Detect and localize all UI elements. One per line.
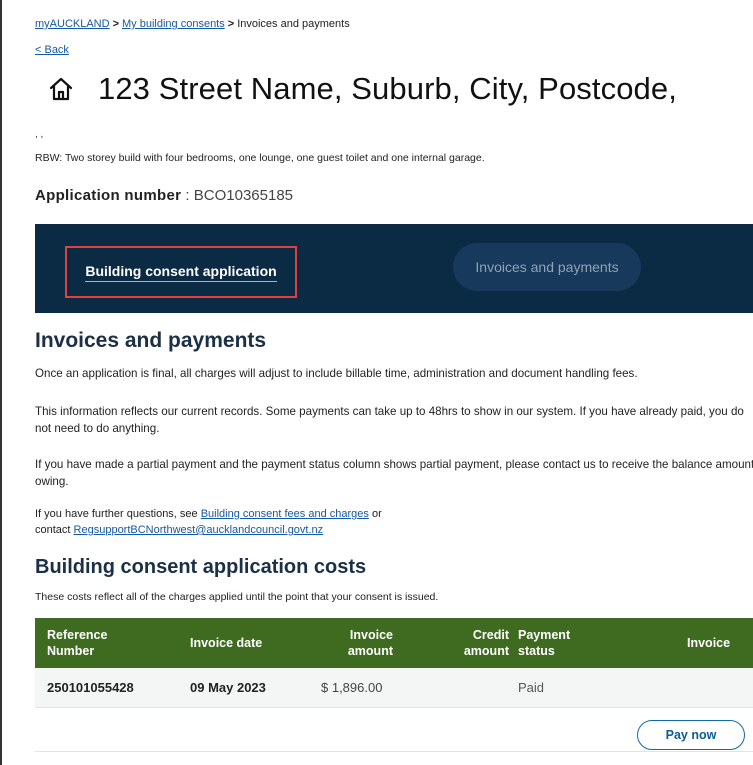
tab-label: Building consent application xyxy=(85,263,277,282)
costs-subtitle: These costs reflect all of the charges a… xyxy=(35,591,439,603)
cell-payment-status: Paid xyxy=(518,680,545,695)
contact-text: contact xyxy=(35,524,74,536)
tab-bar: Building consent application Invoices an… xyxy=(35,224,753,313)
costs-heading: Building consent application costs xyxy=(35,556,367,578)
back-link[interactable]: < Back xyxy=(35,44,69,56)
column-header-payment-status: Payment status xyxy=(518,628,571,658)
costs-table: Reference Number Invoice date Invoice am… xyxy=(35,618,753,752)
invoices-heading: Invoices and payments xyxy=(35,329,267,352)
cell-reference: 250101055428 xyxy=(47,680,134,695)
column-header-reference: Reference Number xyxy=(47,628,108,658)
breadcrumb-link-building-consents[interactable]: My building consents xyxy=(122,18,225,30)
application-number: Application number : BCO10365185 xyxy=(35,187,293,204)
home-icon xyxy=(49,77,73,101)
support-email-link[interactable]: RegsupportBCNorthwest@aucklandcouncil.go… xyxy=(74,524,324,536)
invoices-paragraph-final-charges: Once an application is final, all charge… xyxy=(35,367,638,380)
tab-invoices-and-payments[interactable]: Invoices and payments xyxy=(453,243,641,291)
application-number-value: : BCO10365185 xyxy=(185,187,293,204)
table-actions: Pay now xyxy=(35,708,753,752)
cell-invoice-date: 09 May 2023 xyxy=(190,680,266,695)
cell-invoice-amount: $ 1,896.00 xyxy=(321,680,383,695)
column-header-invoice-date: Invoice date xyxy=(190,636,263,650)
address-tail: , , xyxy=(35,129,44,140)
tab-building-consent-application[interactable]: Building consent application xyxy=(65,246,297,298)
tab-label: Invoices and payments xyxy=(475,259,619,275)
column-header-credit-amount: Credit amount xyxy=(463,628,509,658)
application-number-label: Application number xyxy=(35,187,182,204)
breadcrumb-separator: > xyxy=(227,18,235,30)
invoices-paragraph-records: This information reflects our current re… xyxy=(35,405,744,435)
breadcrumb-link-myauckland[interactable]: myAUCKLAND xyxy=(35,18,110,30)
title-row: 123 Street Name, Suburb, City, Postcode, xyxy=(48,71,677,107)
invoices-paragraph-contact: If you have further questions, see Build… xyxy=(35,506,753,538)
column-header-invoice-amount: Invoice amount xyxy=(347,628,393,658)
consent-description: RBW: Two storey build with four bedrooms… xyxy=(35,152,485,164)
breadcrumb: myAUCKLAND > My building consents > Invoices… xyxy=(35,18,350,30)
contact-text: If you have further questions, see xyxy=(35,508,201,520)
page: myAUCKLAND > My building consents > Invoices… xyxy=(0,0,753,765)
table-row: 250101055428 09 May 2023 $ 1,896.00 Paid xyxy=(35,668,753,708)
contact-text: or xyxy=(368,508,382,520)
breadcrumb-current: Invoices and payments xyxy=(237,18,350,30)
column-header-invoice: Invoice xyxy=(687,636,731,650)
breadcrumb-separator: > xyxy=(112,18,120,30)
pay-now-button[interactable]: Pay now xyxy=(637,720,745,750)
table-header: Reference Number Invoice date Invoice am… xyxy=(35,618,753,668)
fees-and-charges-link[interactable]: Building consent fees and charges xyxy=(201,508,369,520)
invoices-paragraph-partial-payment: If you have made a partial payment and t… xyxy=(35,458,753,488)
page-title: 123 Street Name, Suburb, City, Postcode, xyxy=(98,71,677,106)
